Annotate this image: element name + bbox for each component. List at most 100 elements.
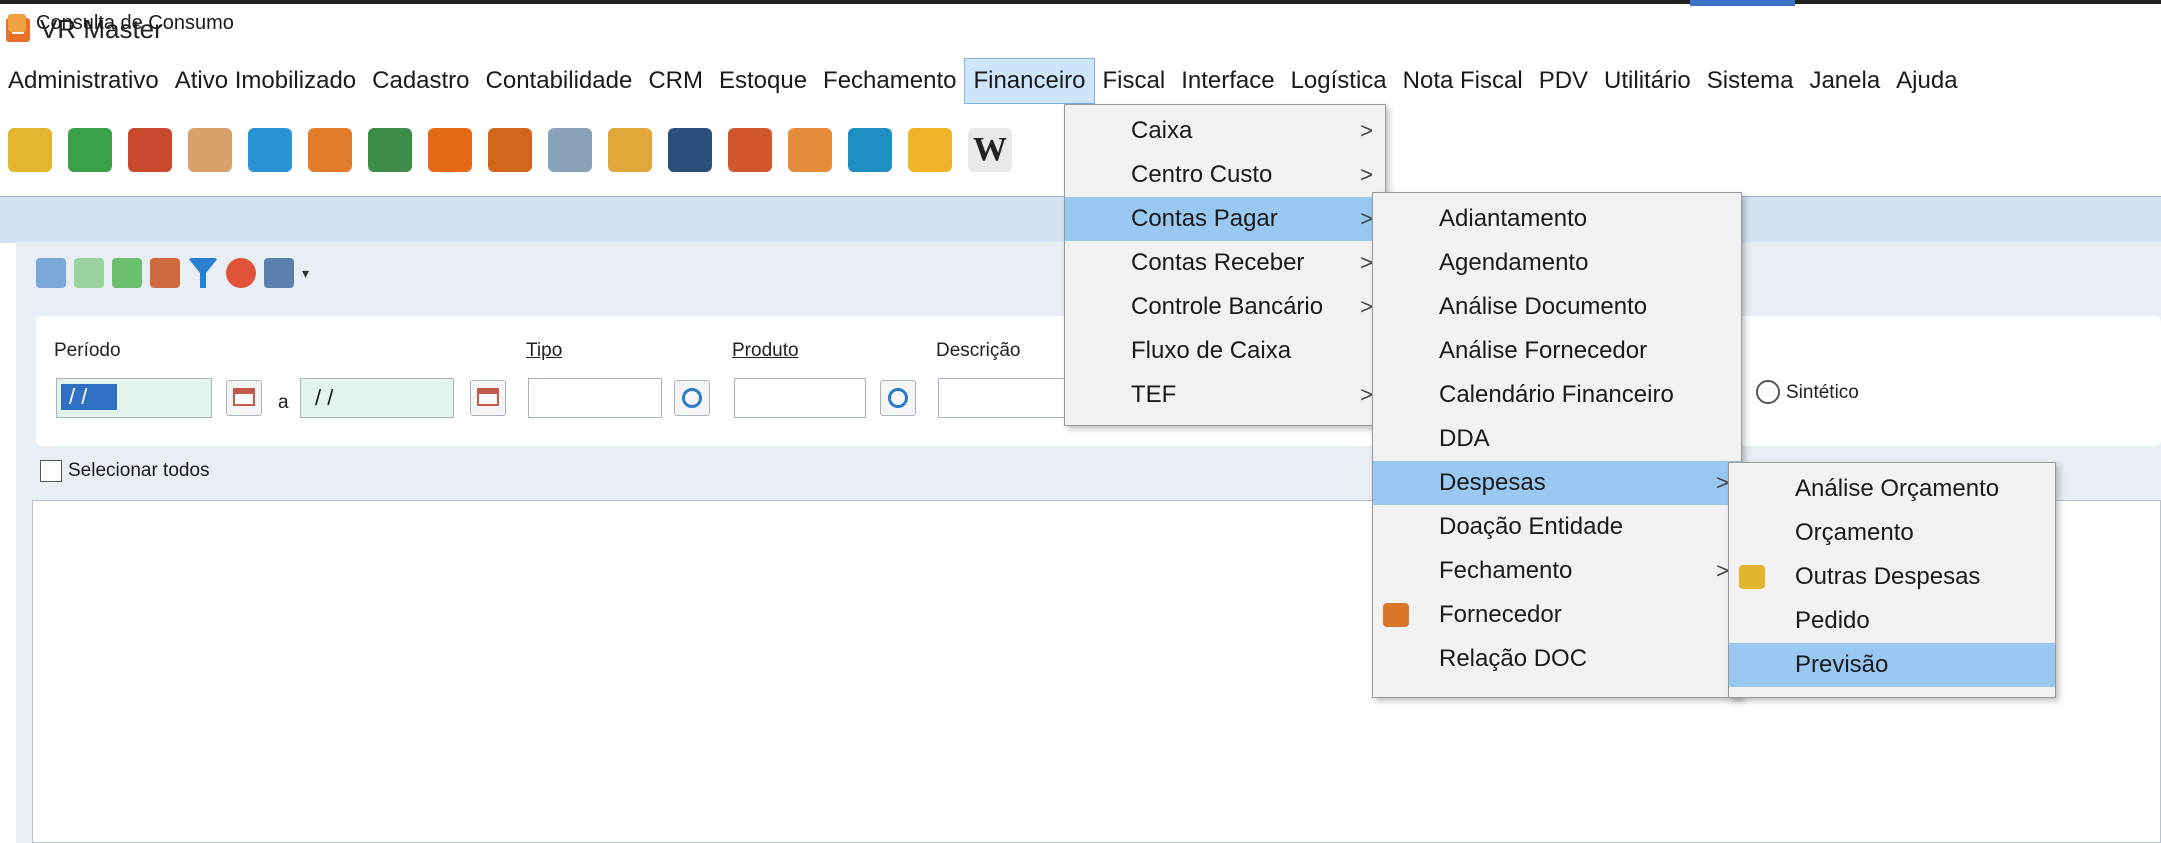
- calendar-icon[interactable]: [788, 128, 832, 172]
- transfer-icon[interactable]: [248, 128, 292, 172]
- contas-pagar-menu-item[interactable]: Calendário Financeiro: [1373, 373, 1741, 417]
- money-bag-icon[interactable]: [188, 128, 232, 172]
- search-icon[interactable]: [674, 380, 710, 416]
- menu-item-label: Controle Bancário: [1131, 293, 1324, 320]
- menu-item-label: Agendamento: [1439, 249, 1589, 276]
- contas-pagar-menu-item[interactable]: Doação Entidade: [1373, 505, 1741, 549]
- chat-icon[interactable]: [848, 128, 892, 172]
- menu-item[interactable]: Estoque: [711, 58, 815, 104]
- search-doc-icon[interactable]: [36, 258, 66, 288]
- menu-item[interactable]: Ativo Imobilizado: [167, 58, 364, 104]
- date-from-field[interactable]: / /: [56, 378, 212, 418]
- truck-icon: [1383, 603, 1409, 627]
- descricao-label: Descrição: [936, 340, 1021, 361]
- despesas-menu-item[interactable]: Pedido: [1729, 599, 2055, 643]
- menu-item-label: Fluxo de Caixa: [1131, 337, 1292, 364]
- money-icon[interactable]: [8, 128, 52, 172]
- contas-pagar-menu-item[interactable]: Análise Fornecedor: [1373, 329, 1741, 373]
- financeiro-menu-item[interactable]: TEF >: [1065, 373, 1385, 417]
- consumption-icon: [8, 14, 26, 32]
- invoice-icon[interactable]: [728, 128, 772, 172]
- calendar-icon[interactable]: [226, 380, 262, 416]
- tag-icon[interactable]: [68, 128, 112, 172]
- new-doc-icon[interactable]: [74, 258, 104, 288]
- monitor-check-icon[interactable]: [128, 128, 172, 172]
- folder-icon[interactable]: [608, 128, 652, 172]
- financeiro-menu-item[interactable]: Contas Pagar >: [1065, 197, 1385, 241]
- menu-item-label: TEF: [1131, 381, 1177, 408]
- menu-item-label: Relação DOC: [1439, 645, 1588, 672]
- a-label: a: [278, 392, 289, 413]
- menu-item[interactable]: CRM: [640, 58, 711, 104]
- produto-field[interactable]: [734, 378, 866, 418]
- inner-window-title: Consulta de Consumo: [36, 12, 234, 34]
- select-all-checkbox[interactable]: [40, 460, 62, 482]
- despesas-submenu: Análise Orçamento Orçamento Outras Despesa…: [1728, 462, 2056, 698]
- tipo-field[interactable]: [528, 378, 662, 418]
- menu-item[interactable]: Utilitário: [1596, 58, 1699, 104]
- menu-item-label: Centro Custo: [1131, 161, 1273, 188]
- print-icon[interactable]: [264, 258, 294, 288]
- sintetico-radio[interactable]: [1756, 380, 1780, 404]
- menu-item[interactable]: Fiscal: [1095, 58, 1174, 104]
- financeiro-menu-item[interactable]: Controle Bancário >: [1065, 285, 1385, 329]
- contas-pagar-submenu: Adiantamento Agendamento Análise Documento…: [1372, 192, 1742, 698]
- contas-pagar-menu-item[interactable]: Adiantamento: [1373, 197, 1741, 241]
- shopping-cart-icon[interactable]: [548, 128, 592, 172]
- menu-item[interactable]: Cadastro: [364, 58, 477, 104]
- financeiro-menu-item[interactable]: Caixa >: [1065, 109, 1385, 153]
- contas-pagar-menu-item[interactable]: Fechamento >: [1373, 549, 1741, 593]
- menu-item[interactable]: Interface: [1173, 58, 1282, 104]
- menu-item-label: Análise Documento: [1439, 293, 1648, 320]
- menu-item[interactable]: Janela: [1801, 58, 1888, 104]
- despesas-menu-item[interactable]: Previsão: [1729, 643, 2055, 687]
- w-icon[interactable]: W: [968, 128, 1012, 172]
- contas-pagar-menu-item[interactable]: Relação DOC: [1373, 637, 1741, 681]
- periodo-label: Período: [54, 340, 121, 361]
- menu-item[interactable]: Logística: [1283, 58, 1395, 104]
- hammer-icon[interactable]: [150, 258, 180, 288]
- menu-item[interactable]: Contabilidade: [478, 58, 641, 104]
- refresh-icon[interactable]: [226, 258, 256, 288]
- globe-icon[interactable]: [668, 128, 712, 172]
- menu-item[interactable]: Fechamento: [815, 58, 964, 104]
- menu-item[interactable]: Nota Fiscal: [1395, 58, 1531, 104]
- edit-icon[interactable]: [112, 258, 142, 288]
- menu-item-label: Previsão: [1795, 651, 1889, 678]
- filter-icon[interactable]: [188, 258, 218, 288]
- contas-pagar-menu-item[interactable]: Despesas >: [1373, 461, 1741, 505]
- descricao-field[interactable]: [938, 378, 1068, 418]
- contas-pagar-menu-item[interactable]: Análise Documento: [1373, 285, 1741, 329]
- menu-item[interactable]: Sistema: [1699, 58, 1802, 104]
- menu-item-label: Adiantamento: [1439, 205, 1588, 232]
- financeiro-menu: Caixa > Centro Custo > Contas Pagar > Contas R…: [1064, 104, 1386, 426]
- financeiro-menu-item[interactable]: Fluxo de Caixa: [1065, 329, 1385, 373]
- org-chart-icon[interactable]: [368, 128, 412, 172]
- menu-item-label: Despesas: [1439, 469, 1546, 496]
- menu-item[interactable]: PDV: [1531, 58, 1596, 104]
- despesas-menu-item[interactable]: Análise Orçamento: [1729, 467, 2055, 511]
- financeiro-menu-item[interactable]: Centro Custo >: [1065, 153, 1385, 197]
- search-icon[interactable]: [880, 380, 916, 416]
- cart-star-icon[interactable]: [308, 128, 352, 172]
- menu-item[interactable]: Administrativo: [0, 58, 167, 104]
- lock-icon[interactable]: [908, 128, 952, 172]
- menu-item[interactable]: Ajuda: [1888, 58, 1965, 104]
- title-accent-bar: [1690, 0, 1795, 6]
- contas-pagar-menu-item[interactable]: DDA: [1373, 417, 1741, 461]
- menu-item-label: Calendário Financeiro: [1439, 381, 1674, 408]
- menu-item-label: DDA: [1439, 425, 1490, 452]
- despesas-menu-item[interactable]: Outras Despesas: [1729, 555, 2055, 599]
- select-all[interactable]: Selecionar todos: [40, 460, 210, 482]
- menu-item[interactable]: Financeiro: [964, 58, 1095, 104]
- date-to-field[interactable]: / /: [300, 378, 454, 418]
- financeiro-menu-item[interactable]: Contas Receber >: [1065, 241, 1385, 285]
- contas-pagar-menu-item[interactable]: Fornecedor: [1373, 593, 1741, 637]
- contas-pagar-menu-item[interactable]: Agendamento: [1373, 241, 1741, 285]
- chevron-down-icon[interactable]: ▾: [302, 265, 309, 282]
- despesas-menu-item[interactable]: Orçamento: [1729, 511, 2055, 555]
- calendar-icon[interactable]: [470, 380, 506, 416]
- delivery-truck-icon[interactable]: [488, 128, 532, 172]
- menu-item-label: Pedido: [1795, 607, 1870, 634]
- offer-badge-icon[interactable]: [428, 128, 472, 172]
